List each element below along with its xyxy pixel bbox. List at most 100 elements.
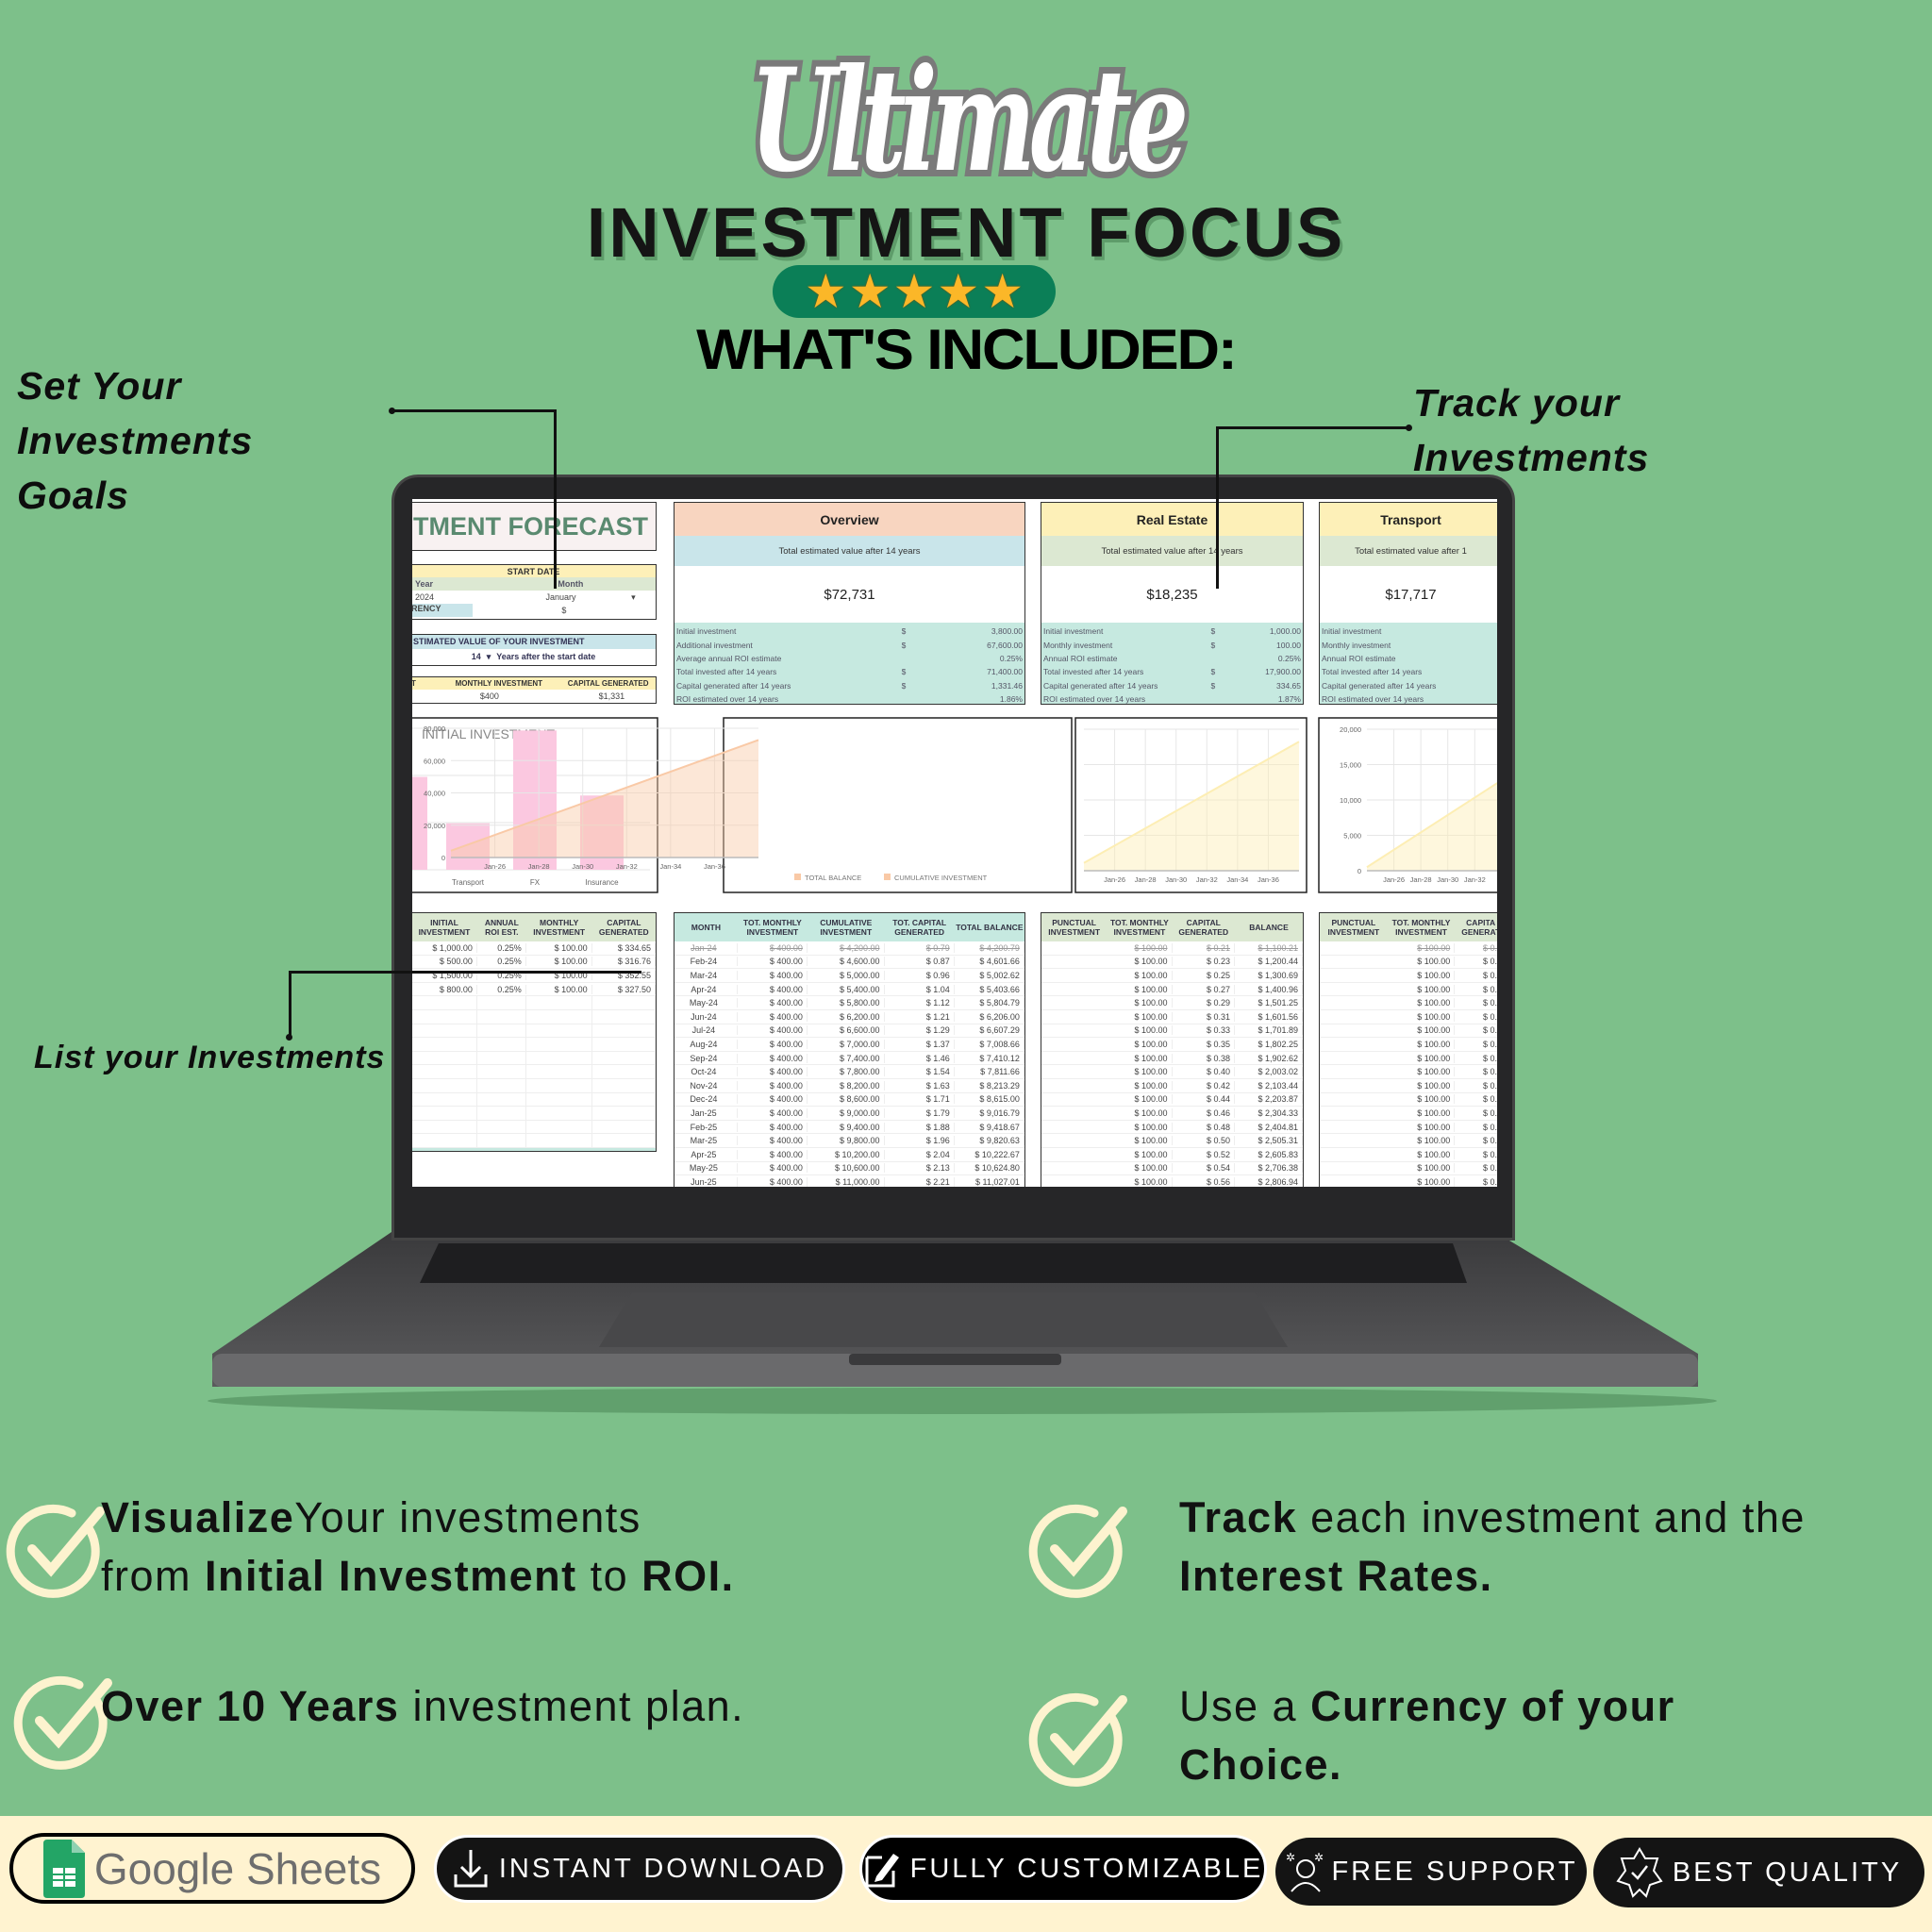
table-cell: $ 100.00 <box>1388 984 1456 994</box>
callout-line: Investments <box>17 419 254 462</box>
table-cell: $ 0.2 <box>1455 1012 1497 1022</box>
table-cell: $ 9,800.00 <box>808 1136 885 1146</box>
table-cell: $ 400.00 <box>738 1122 808 1132</box>
table-row: $ 100.00 $ 0.46 $ 2,304.33 <box>1041 1107 1303 1121</box>
table-cell: $ 0.79 <box>885 942 955 953</box>
table-cell: $ 0.2 <box>1455 1025 1497 1035</box>
table-cell: $ 2,203.87 <box>1235 1094 1303 1105</box>
table-cell: $ 1,701.89 <box>1235 1025 1303 1036</box>
check-icon <box>1028 1692 1127 1787</box>
table-row: $ 100.00 $ 0.35 $ 1,802.25 <box>1041 1038 1303 1052</box>
feature-emphasis: Interest Rates. <box>1179 1552 1493 1600</box>
table-cell: $ 9,418.67 <box>955 1122 1024 1132</box>
table-cell: $ 1,300.69 <box>1235 970 1303 980</box>
quality-seal-icon <box>1616 1847 1663 1898</box>
table-cell <box>526 1051 592 1065</box>
table-cell: $ 0.50 <box>1173 1136 1235 1146</box>
y-tick-label: 15,000 <box>1340 761 1361 770</box>
table-row <box>412 1024 656 1039</box>
table-row: $ 100.00$ 0.1 <box>1320 956 1497 970</box>
table-cell: $ 0.21 <box>1173 942 1235 953</box>
table-cell <box>526 1065 592 1078</box>
table-cell <box>477 1107 526 1120</box>
table-cell: $ 100.00 <box>1107 1122 1173 1132</box>
feature-emphasis: Visualize <box>101 1493 295 1541</box>
callout-line <box>1216 426 1219 589</box>
table-cell: $ 1.96 <box>885 1136 955 1146</box>
table-cell: $ 7,400.00 <box>808 1053 885 1063</box>
legend-swatch <box>884 874 891 880</box>
feature-segment: each investment and the <box>1297 1493 1806 1541</box>
table-cell: $ 0.23 <box>1173 957 1235 967</box>
x-tick-label: Jan-30 <box>1437 875 1458 884</box>
badge-label: INSTANT DOWNLOAD <box>498 1853 828 1884</box>
y-tick-label: 40,000 <box>424 790 445 798</box>
table-cell <box>592 1038 656 1051</box>
laptop-base <box>208 1232 1717 1414</box>
table-row: $ 100.00 $ 0.27 $ 1,400.96 <box>1041 983 1303 997</box>
table-row: $ 100.00$ 0.4 <box>1320 1175 1497 1187</box>
table-cell: $ 100.00 <box>1107 1080 1173 1091</box>
table-cell: $ 10,600.00 <box>808 1163 885 1174</box>
table-cell: $ 4,600.00 <box>808 957 885 967</box>
table-cell: $ 2,505.31 <box>1235 1136 1303 1146</box>
table-cell: 0.25% <box>477 957 526 967</box>
table-cell: $ 0.1 <box>1455 957 1497 966</box>
table-row: $ 800.00 0.25% $ 100.00 $ 327.50 <box>412 983 656 997</box>
page-title: INVESTMENT FOCUS <box>586 193 1346 272</box>
table-row: Apr-25 $ 400.00 $ 10,200.00 $ 2.04 $ 10,222.… <box>675 1148 1024 1162</box>
table-row: $ 100.00 $ 0.33 $ 1,701.89 <box>1041 1024 1303 1039</box>
table-cell: $ 0.2 <box>1455 1054 1497 1063</box>
table-row: $ 100.00$ 0.3 <box>1320 1093 1497 1108</box>
table-cell: $ 1.46 <box>885 1053 955 1063</box>
x-tick-label: Jan-32 <box>616 862 638 871</box>
overview-table: MONTH TOT. MONTHLY INVESTMENT CUMULATIVE I… <box>674 912 1025 1187</box>
table-cell <box>412 1120 477 1134</box>
table-row <box>412 1038 656 1052</box>
table-cell <box>592 996 656 1009</box>
chart-frame-1 <box>723 717 1073 893</box>
table-cell: $ 800.00 <box>412 984 477 994</box>
column-header: BALANCE <box>1249 923 1289 932</box>
table-row: $ 100.00$ 0.1 <box>1320 941 1497 956</box>
table-cell: $ 1,902.62 <box>1235 1053 1303 1063</box>
callout-line: Track your <box>1413 381 1620 425</box>
table-cell: Nov-24 <box>675 1080 738 1091</box>
table-cell: $ 0.52 <box>1173 1149 1235 1159</box>
table-row <box>412 1092 656 1108</box>
table-cell <box>592 1107 656 1120</box>
table-cell: $ 4,200.00 <box>808 942 885 953</box>
table-cell: $ 400.00 <box>738 998 808 1008</box>
table-cell: $ 2,806.94 <box>1235 1176 1303 1187</box>
table-cell: $ 327.50 <box>592 984 656 994</box>
download-icon <box>454 1850 488 1888</box>
table-cell: May-25 <box>675 1163 738 1174</box>
badge-label: Google Sheets <box>93 1843 382 1893</box>
table-row: $ 100.00 $ 0.23 $ 1,200.44 <box>1041 956 1303 970</box>
svg-text:✲: ✲ <box>1286 1851 1298 1864</box>
table-cell: $ 0.44 <box>1173 1094 1235 1105</box>
table-row: Feb-24 $ 400.00 $ 4,600.00 $ 0.87 $ 4,601.66 <box>675 956 1024 970</box>
table-cell: $ 100.00 <box>526 984 592 994</box>
table-cell: $ 0.3 <box>1455 1123 1497 1132</box>
table-cell <box>592 1051 656 1065</box>
check-icon <box>1028 1504 1127 1598</box>
check-icon <box>6 1504 105 1598</box>
table-cell: $ 10,222.67 <box>955 1149 1024 1159</box>
table-cell: $ 400.00 <box>738 1108 808 1118</box>
table-cell <box>412 996 477 1009</box>
table-cell: $ 100.00 <box>1107 942 1173 953</box>
feature-emphasis: Choice. <box>1179 1740 1343 1789</box>
callout-line: Goals <box>17 474 129 517</box>
table-cell: $ 100.00 <box>1107 1053 1173 1063</box>
table-cell: $ 100.00 <box>1388 957 1456 967</box>
table-cell: $ 4,200.79 <box>955 942 1024 953</box>
table-cell: 0.25% <box>477 942 526 953</box>
table-row: $ 100.00 $ 0.44 $ 2,203.87 <box>1041 1093 1303 1108</box>
table-cell: $ 400.00 <box>738 957 808 967</box>
table-cell: $ 1.21 <box>885 1011 955 1022</box>
table-cell: $ 2,706.38 <box>1235 1163 1303 1174</box>
table-cell: $ 100.00 <box>1107 1011 1173 1022</box>
table-cell: $ 0.1 <box>1455 998 1497 1008</box>
table-cell: $ 100.00 <box>1107 1094 1173 1105</box>
